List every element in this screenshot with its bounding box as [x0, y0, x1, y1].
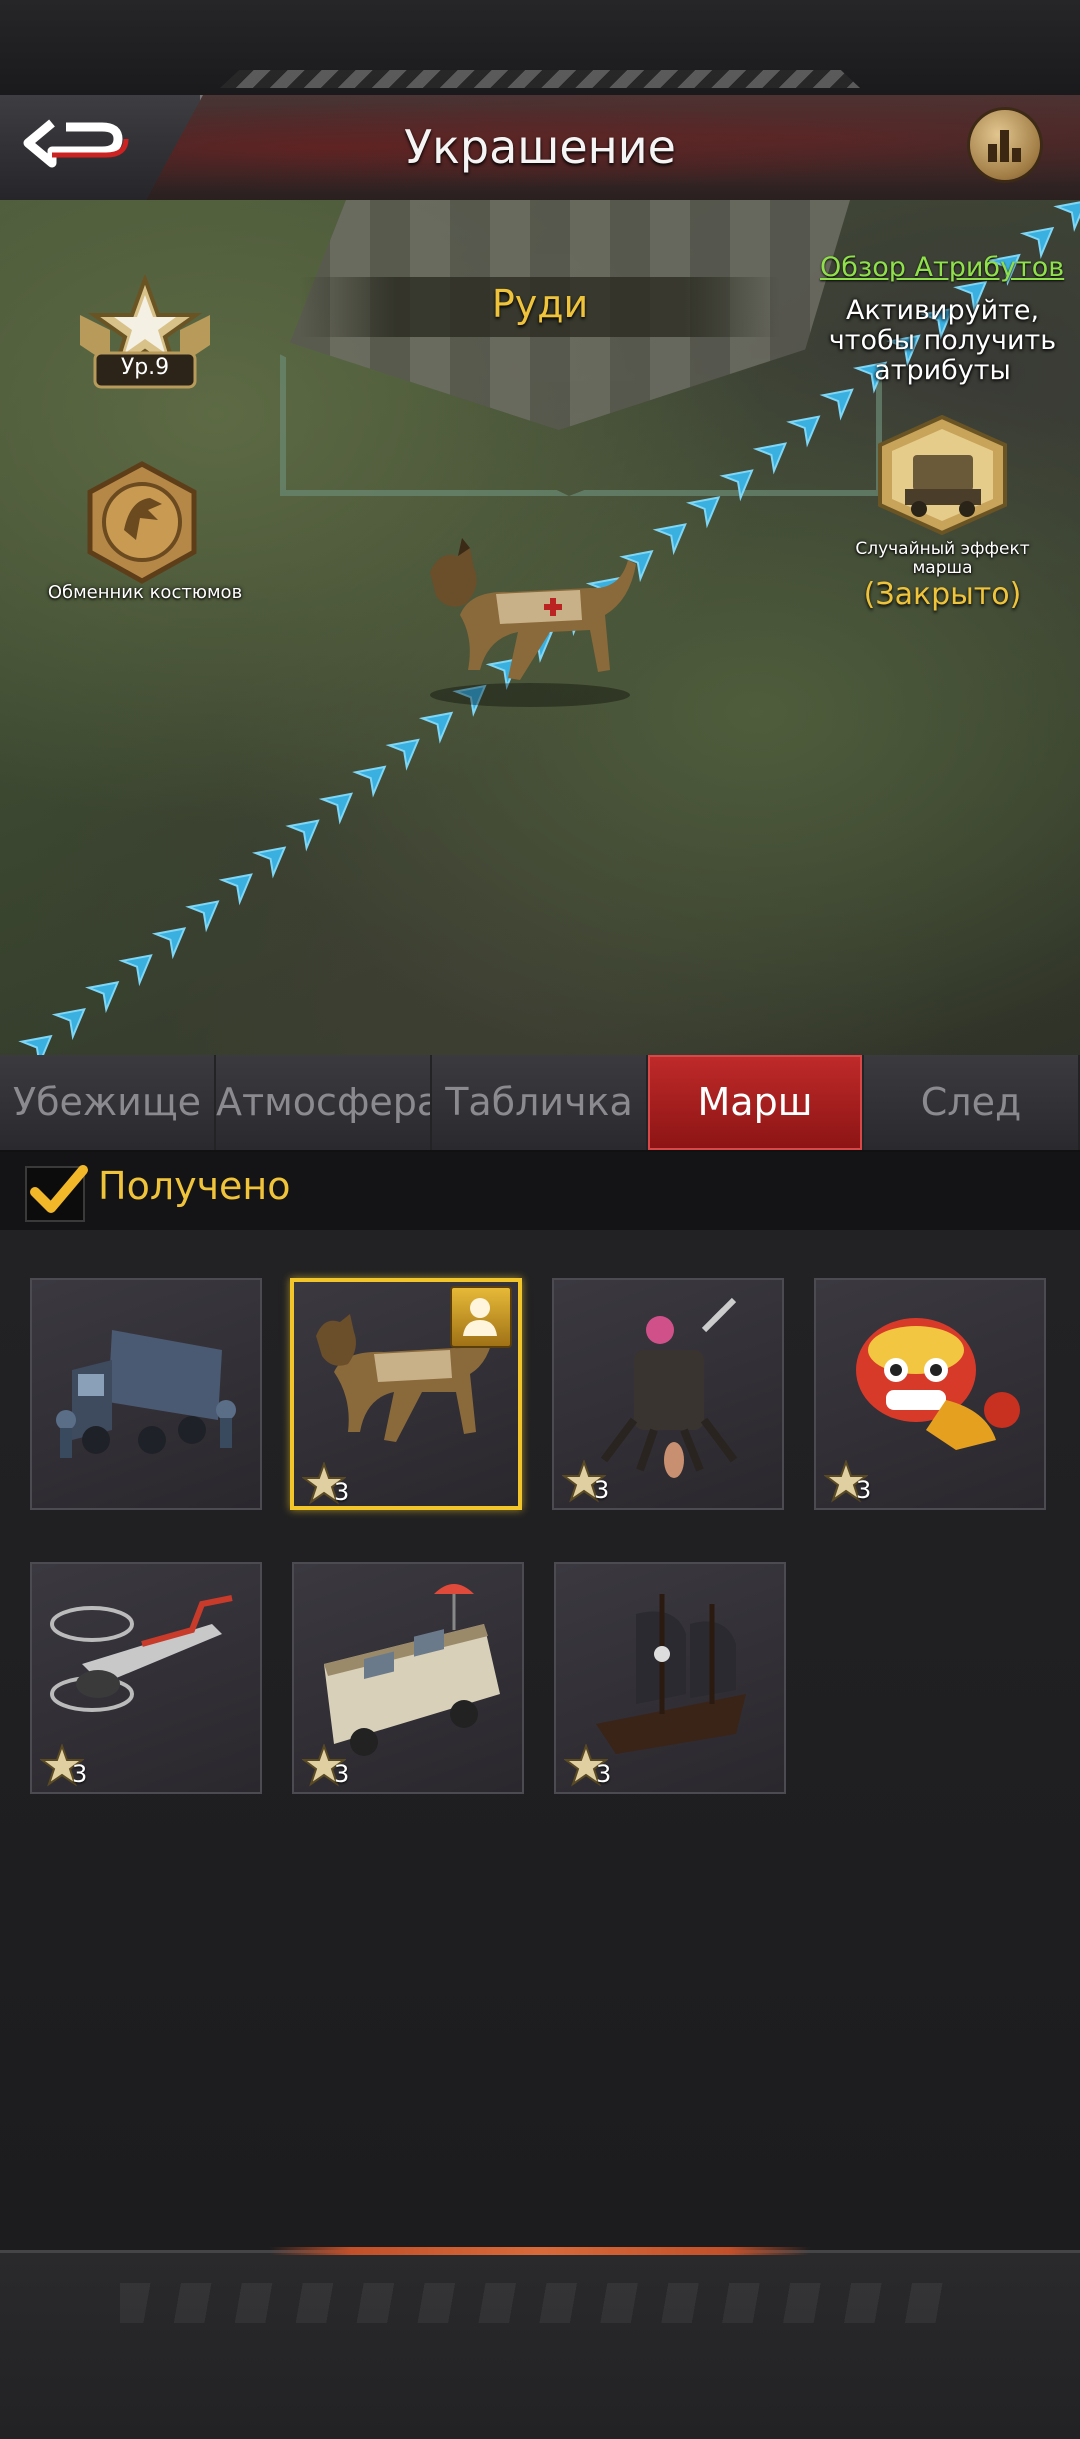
tab-trail[interactable]: След: [864, 1055, 1080, 1150]
hazard-stripe: [220, 70, 860, 88]
march-arrow: [752, 442, 788, 475]
footer-stripes: [120, 2283, 960, 2323]
category-tabs: Убежище Атмосфера Табличка Марш След: [0, 1055, 1080, 1152]
march-arrow: [1019, 226, 1055, 259]
obtained-filter-label: Получено: [98, 1164, 291, 1208]
in-use-tag: [450, 1286, 512, 1348]
march-arrow: [285, 819, 320, 852]
level-label: Ур.9: [120, 355, 170, 380]
march-arrow: [85, 981, 120, 1014]
march-effect-icon[interactable]: [875, 415, 1010, 535]
attributes-overview-link[interactable]: Обзор Атрибутов: [820, 252, 1064, 283]
checkmark-icon: [30, 1165, 88, 1213]
decoration-grid: 3 3 3 3 3 3: [0, 1230, 1080, 2250]
item-pirate-ship[interactable]: 3: [554, 1562, 786, 1794]
item-helicopter[interactable]: 3: [30, 1562, 262, 1794]
star-count: 3: [72, 1760, 88, 1788]
march-effect-status: (Закрыто): [863, 577, 1022, 612]
costume-exchange-label: Обменник костюмов: [47, 582, 243, 603]
march-arrow: [352, 765, 387, 798]
march-arrow: [185, 900, 220, 933]
footer-frame: [0, 2247, 1080, 2439]
back-arrow-icon: [23, 119, 129, 168]
item-dog-rudy[interactable]: 3: [290, 1278, 522, 1510]
tab-nameplate[interactable]: Табличка: [432, 1055, 648, 1150]
item-camper-van[interactable]: 3: [292, 1562, 524, 1794]
tab-atmosphere[interactable]: Атмосфера: [216, 1055, 432, 1150]
user-icon: [463, 1298, 497, 1336]
march-arrow: [18, 1034, 53, 1055]
march-arrow: [118, 954, 153, 987]
march-arrow: [385, 738, 420, 771]
dog-preview-image: [430, 538, 636, 707]
header-bar: Украшение: [0, 95, 1080, 203]
march-arrow: [719, 469, 754, 502]
filter-bar: Получено: [0, 1152, 1080, 1230]
star-count: 3: [334, 1760, 350, 1788]
attributes-hint: Активируйте, чтобы получить атрибуты: [828, 295, 1057, 386]
star-count: 3: [594, 1476, 610, 1504]
back-button[interactable]: [0, 95, 203, 200]
march-arrow: [318, 792, 354, 825]
military-truck-image: [56, 1330, 236, 1458]
march-arrow: [51, 1007, 86, 1041]
march-arrow: [251, 846, 287, 879]
decoration-preview-scene: Руди Ур.9 Обменник костюмов Обзор Атрибу…: [0, 200, 1080, 1055]
march-arrow: [652, 523, 687, 556]
march-arrow: [151, 927, 187, 960]
item-military-truck[interactable]: [30, 1278, 262, 1510]
march-arrow: [786, 415, 821, 448]
item-lion-dance[interactable]: 3: [814, 1278, 1046, 1510]
march-arrow: [218, 873, 253, 906]
stats-button[interactable]: [970, 110, 1040, 180]
decoration-name: Руди: [491, 282, 589, 326]
bar-chart-icon: [988, 130, 1021, 162]
footer-accent: [270, 2247, 810, 2255]
march-arrow: [1053, 200, 1080, 233]
item-spider-mech[interactable]: 3: [552, 1278, 784, 1510]
top-frame: [0, 0, 1080, 98]
obtained-checkbox[interactable]: [25, 1165, 88, 1222]
tab-shelter[interactable]: Убежище: [0, 1055, 216, 1150]
march-effect-label: Случайный эффект марша: [855, 539, 1030, 578]
march-arrow: [685, 496, 721, 529]
star-count: 3: [856, 1476, 872, 1504]
star-count: 3: [334, 1478, 350, 1506]
tab-march[interactable]: Марш: [648, 1055, 864, 1150]
star-count: 3: [596, 1760, 612, 1788]
costume-exchange-icon[interactable]: [80, 460, 205, 585]
